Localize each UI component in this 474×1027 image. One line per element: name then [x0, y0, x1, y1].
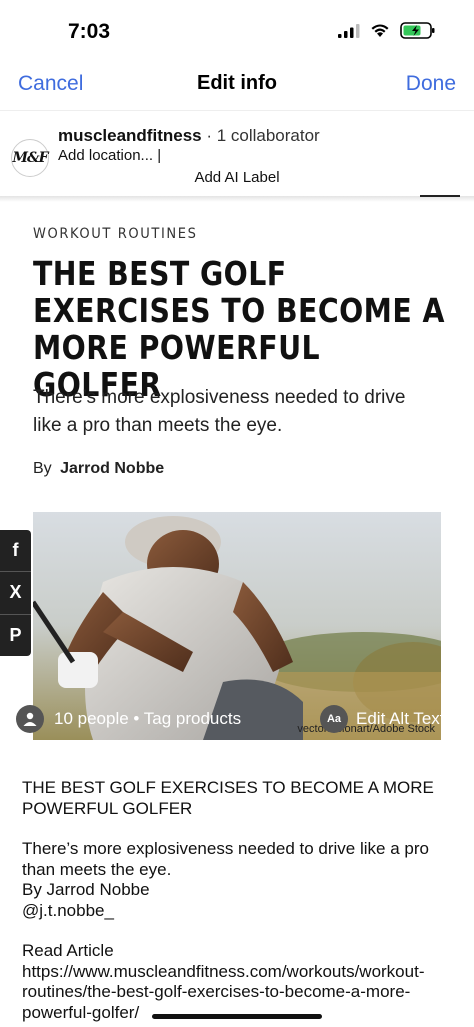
- tag-people-label: 10 people • Tag products: [54, 709, 242, 728]
- add-ai-label-button[interactable]: Add AI Label: [0, 169, 474, 186]
- edit-alt-text-button[interactable]: Aa Edit Alt Text: [320, 704, 445, 734]
- facebook-icon[interactable]: f: [0, 530, 31, 573]
- aa-icon: Aa: [320, 705, 348, 733]
- divider: [0, 196, 474, 202]
- collaborator-count[interactable]: · 1 collaborator: [202, 126, 319, 145]
- edit-alt-text-label: Edit Alt Text: [356, 709, 445, 728]
- person-icon: [16, 705, 44, 733]
- account-row: M&F muscleandfitness · 1 collaborator Ad…: [0, 110, 474, 197]
- article-subhead: There’s more explosiveness needed to dri…: [33, 387, 406, 436]
- share-strip: f X P: [0, 530, 31, 656]
- pinterest-icon[interactable]: P: [0, 615, 31, 656]
- article-headline: THE BEST GOLF EXERCISES TO BECOME A MORE…: [33, 254, 445, 404]
- description-title: THE BEST GOLF EXERCISES TO BECOME A MORE…: [22, 778, 434, 818]
- account-name[interactable]: muscleandfitness: [58, 126, 202, 145]
- article-kicker: WORKOUT ROUTINES: [33, 226, 198, 242]
- add-location-field[interactable]: Add location... |: [58, 147, 161, 164]
- description-field[interactable]: THE BEST GOLF EXERCISES TO BECOME A MORE…: [22, 778, 462, 1023]
- signal-icon: [338, 23, 360, 38]
- x-icon[interactable]: X: [0, 572, 31, 615]
- description-author: By Jarrod Nobbe: [22, 880, 150, 899]
- description-subhead: There’s more explosiveness needed to dri…: [22, 839, 429, 879]
- tag-people-button[interactable]: 10 people • Tag products: [16, 704, 241, 734]
- battery-icon: [400, 22, 435, 39]
- home-indicator: [152, 1014, 322, 1019]
- byline-author: Jarrod Nobbe: [60, 460, 165, 477]
- status-time: 7:03: [68, 20, 111, 43]
- account-name-row: muscleandfitness · 1 collaborator: [58, 126, 320, 146]
- page-title: Edit info: [197, 72, 277, 94]
- photo-caption-clip: [33, 742, 333, 748]
- description-handle: @j.t.nobbe_: [22, 900, 114, 920]
- nav-bar: Cancel Edit info Done: [0, 62, 474, 108]
- description-read-article: Read Article: [22, 941, 114, 960]
- status-icons: [338, 22, 436, 39]
- wifi-icon: [371, 24, 389, 37]
- divider-handle: [420, 195, 460, 197]
- byline-prefix: By: [33, 460, 52, 477]
- status-bar: 7:03: [0, 0, 474, 62]
- done-button[interactable]: Done: [406, 72, 456, 96]
- article-byline: By Jarrod Nobbe: [33, 460, 164, 478]
